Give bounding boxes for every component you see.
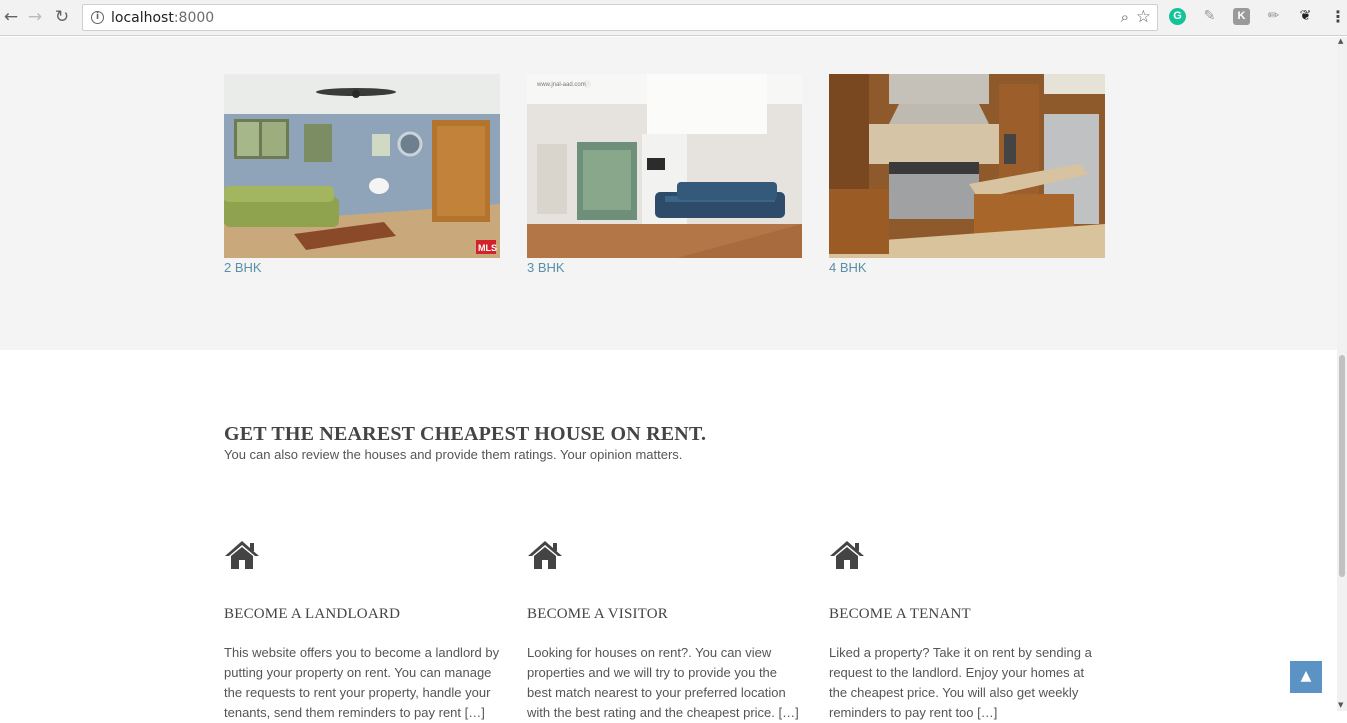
address-bar[interactable]: i localhost:8000 ⌕ ☆ <box>82 4 1158 31</box>
forward-arrow-icon[interactable]: → <box>24 6 46 28</box>
scroll-up-arrow-icon[interactable]: ▲ <box>1338 37 1343 45</box>
feature-landlord: BECOME A LANDLOARD This website offers y… <box>224 540 500 723</box>
feature-visitor: BECOME A VISITOR Looking for houses on r… <box>527 540 803 723</box>
feature-text: Looking for houses on rent?. You can vie… <box>527 645 799 720</box>
scroll-to-top-button[interactable]: ▲ <box>1290 661 1322 693</box>
home-icon <box>225 541 259 569</box>
open-living-room-photo[interactable]: www.jnal-aad.com <box>527 74 802 258</box>
feature-title: BECOME A LANDLOARD <box>224 606 401 622</box>
bookmark-star-icon[interactable]: ☆ <box>1136 7 1151 27</box>
reload-icon[interactable]: ↻ <box>51 6 73 28</box>
extension-icon[interactable]: K <box>1233 8 1250 25</box>
feature-title: BECOME A TENANT <box>829 606 971 622</box>
scroll-down-arrow-icon[interactable]: ▼ <box>1338 701 1343 709</box>
gallery-card-3bhk[interactable]: www.jnal-aad.com 3 BHK <box>527 74 802 275</box>
section-subline: You can also review the houses and provi… <box>224 447 683 462</box>
home-icon <box>528 541 562 569</box>
kitchen-photo[interactable] <box>829 74 1105 258</box>
feature-text: This website offers you to become a land… <box>224 645 500 720</box>
gallery-card-2bhk[interactable]: MLS 2 BHK <box>224 74 500 275</box>
grammarly-extension-icon[interactable]: G <box>1169 8 1186 25</box>
gallery-caption-link[interactable]: 2 BHK <box>224 260 500 275</box>
page-scrollbar[interactable]: ▲ ▼ <box>1337 37 1347 711</box>
section-headline: GET THE NEAREST CHEAPEST HOUSE ON RENT. <box>224 423 707 445</box>
scrollbar-thumb[interactable] <box>1339 355 1345 577</box>
feature-text: Liked a property? Take it on rent by sen… <box>829 645 1092 720</box>
gallery-caption-link[interactable]: 4 BHK <box>829 260 1105 275</box>
svg-text:www.jnal-aad.com: www.jnal-aad.com <box>536 82 586 88</box>
chevron-up-icon: ▲ <box>1300 668 1312 684</box>
info-icon[interactable]: i <box>91 11 104 24</box>
gallery-caption-link[interactable]: 3 BHK <box>527 260 802 275</box>
url-text[interactable]: localhost:8000 <box>111 10 214 26</box>
extension-icon[interactable]: ❦ <box>1297 8 1314 25</box>
pen-extension-icon[interactable]: ✏ <box>1265 8 1282 25</box>
browser-menu-icon[interactable]: ⋮ <box>1330 7 1346 26</box>
browser-toolbar: ← → ↻ i localhost:8000 ⌕ ☆ G ✎ K ✏ ❦ ⋮ <box>0 0 1347 36</box>
back-arrow-icon[interactable]: ← <box>0 6 22 28</box>
zoom-icon[interactable]: ⌕ <box>1121 8 1129 26</box>
gallery-card-4bhk[interactable]: 4 BHK <box>829 74 1105 275</box>
extension-icon[interactable]: ✎ <box>1201 8 1218 25</box>
feature-tenant: BECOME A TENANT Liked a property? Take i… <box>829 540 1105 723</box>
svg-text:MLS: MLS <box>478 243 497 253</box>
feature-title: BECOME A VISITOR <box>527 606 669 622</box>
living-room-photo[interactable]: MLS <box>224 74 500 258</box>
home-icon <box>830 541 864 569</box>
